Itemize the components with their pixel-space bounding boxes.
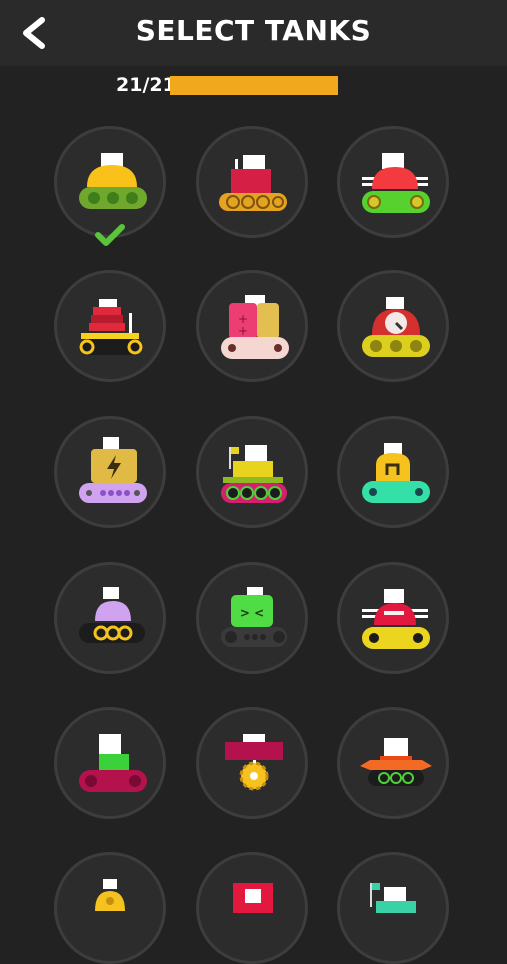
svg-text:+: + [238, 324, 248, 338]
tank-slot-red-box[interactable] [196, 126, 308, 238]
tank-slot-red-cap[interactable] [337, 562, 449, 674]
red-partial-tank-icon [233, 883, 273, 913]
lilac-dome-tank-icon [79, 587, 145, 643]
progress-count: 21/21 [116, 74, 176, 96]
tank-slot-stacked-red[interactable] [54, 270, 166, 382]
red-box-tank-icon [219, 155, 287, 211]
tank-slot-yellow-arch[interactable] [337, 416, 449, 528]
magenta-block-tank-icon [79, 734, 147, 792]
tank-slot-magenta-block[interactable] [54, 707, 166, 819]
top-bar: SELECT TANKS [0, 0, 507, 66]
crimson-wheel-tank-icon [225, 734, 283, 791]
battery-tank-icon [79, 437, 147, 503]
stacked-red-tank-icon [79, 299, 143, 355]
progress-bar [170, 76, 338, 95]
yellow-partial-tank-icon [95, 879, 125, 911]
gauge-tank-icon [362, 297, 430, 357]
tank-slot-red-dome-green[interactable] [337, 126, 449, 238]
tank-slot-red-partial[interactable] [196, 852, 308, 964]
svg-text:> <: > < [240, 606, 264, 620]
yellow-dome-tank-icon [79, 153, 147, 209]
tank-slot-lilac-dome[interactable] [54, 562, 166, 674]
orange-wing-tank-icon [360, 738, 432, 786]
green-face-tank-icon: > < [221, 587, 287, 647]
red-dome-green-tank-icon [362, 153, 430, 213]
tank-slot-gauge[interactable] [337, 270, 449, 382]
tank-slot-pink-crate[interactable]: + + [196, 270, 308, 382]
red-cap-tank-icon [362, 589, 430, 649]
selected-check-icon [95, 224, 125, 246]
page-title: SELECT TANKS [135, 14, 372, 47]
yellow-arch-tank-icon [362, 443, 430, 503]
tank-slot-yellow-partial[interactable] [54, 852, 166, 964]
tank-slot-orange-wing[interactable] [337, 707, 449, 819]
pink-crate-tank-icon: + + [221, 295, 289, 359]
tank-slot-crimson-wheel[interactable] [196, 707, 308, 819]
progress-bar-fill [170, 76, 338, 95]
flag-yellow-tank-icon [221, 445, 287, 503]
tank-slot-green-face[interactable]: > < [196, 562, 308, 674]
teal-partial-tank-icon [370, 883, 416, 913]
tank-slot-battery[interactable] [54, 416, 166, 528]
tank-slot-teal-partial[interactable] [337, 852, 449, 964]
tank-slot-flag-yellow[interactable] [196, 416, 308, 528]
